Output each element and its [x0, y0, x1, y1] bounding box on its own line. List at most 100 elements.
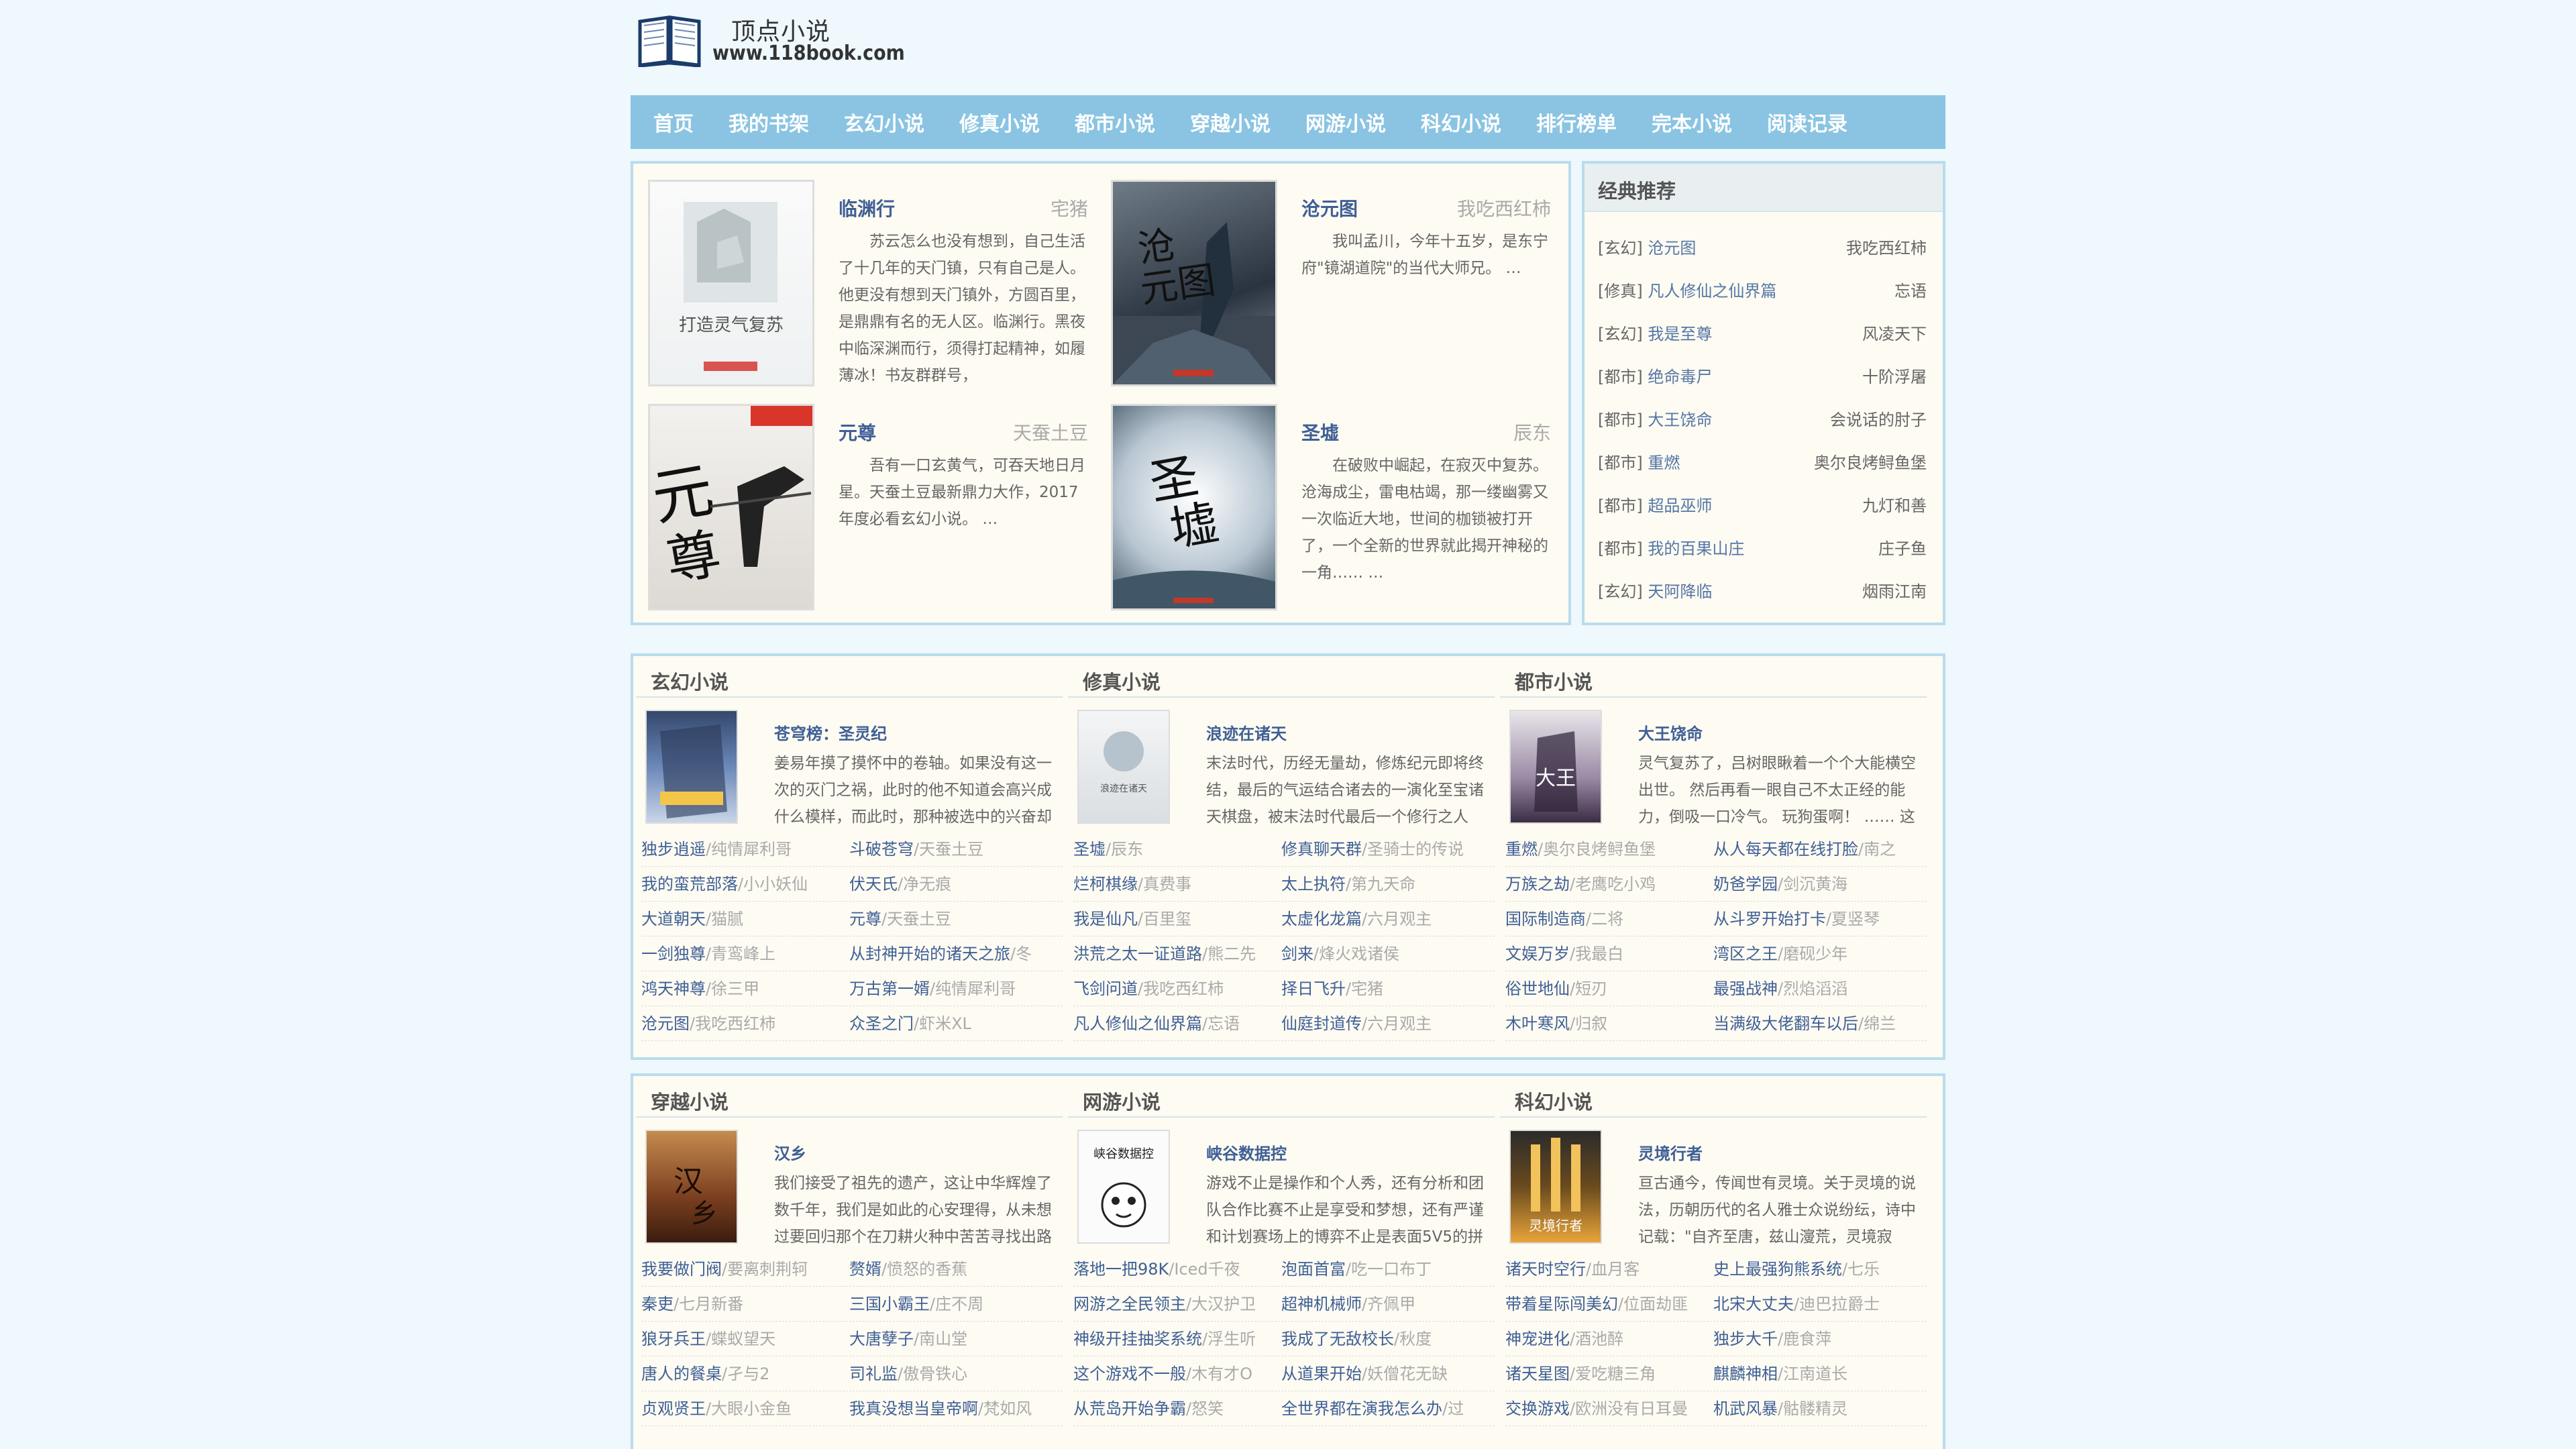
book-link[interactable]: 洪荒之太一证道路 [1073, 945, 1202, 963]
book-link[interactable]: 我是仙凡 [1073, 910, 1138, 928]
book-link[interactable]: 北宋大丈夫 [1713, 1295, 1794, 1313]
book-cover[interactable]: 汉乡 [645, 1130, 738, 1244]
category-top-title[interactable]: 灵境行者 [1638, 1140, 1703, 1164]
featured-title[interactable]: 元尊 [839, 419, 876, 445]
book-link[interactable]: 太上执符 [1281, 875, 1346, 894]
book-link[interactable]: 从荒岛开始争霸 [1073, 1399, 1186, 1418]
nav-completed[interactable]: 完本小说 [1652, 107, 1732, 137]
nav-chuanyue[interactable]: 穿越小说 [1190, 107, 1271, 137]
book-link[interactable]: 修真聊天群 [1281, 840, 1362, 859]
nav-ranking[interactable]: 排行榜单 [1536, 107, 1617, 137]
book-cover[interactable]: 峡谷数据控 [1077, 1130, 1170, 1244]
nav-dushi[interactable]: 都市小说 [1075, 107, 1155, 137]
rec-book-link[interactable]: 超品巫师 [1648, 496, 1712, 515]
book-link[interactable]: 重燃 [1505, 840, 1538, 859]
book-link[interactable]: 狼牙兵王 [641, 1330, 706, 1348]
category-top-title[interactable]: 大王饶命 [1638, 720, 1703, 744]
book-link[interactable]: 赘婿 [849, 1260, 881, 1279]
category-heading[interactable]: 网游小说 [1068, 1076, 1495, 1118]
featured-title[interactable]: 沧元图 [1301, 195, 1358, 221]
book-link[interactable]: 当满级大佬翻车以后 [1713, 1014, 1858, 1033]
book-cover[interactable]: 打造灵气复苏 [648, 180, 814, 386]
rec-book-link[interactable]: 绝命毒尸 [1648, 368, 1712, 386]
book-link[interactable]: 从人每天都在线打脸 [1713, 840, 1858, 859]
book-link[interactable]: 大唐孽子 [849, 1330, 914, 1348]
book-link[interactable]: 从斗罗开始打卡 [1713, 910, 1826, 928]
book-link[interactable]: 木叶寒风 [1505, 1014, 1570, 1033]
book-link[interactable]: 麒麟神相 [1713, 1364, 1778, 1383]
book-link[interactable]: 俗世地仙 [1505, 979, 1570, 998]
rec-book-link[interactable]: 重燃 [1648, 453, 1680, 472]
book-link[interactable]: 斗破苍穹 [849, 840, 914, 859]
nav-history[interactable]: 阅读记录 [1767, 107, 1847, 137]
book-link[interactable]: 独步逍遥 [641, 840, 706, 859]
book-link[interactable]: 史上最强狗熊系统 [1713, 1260, 1842, 1279]
book-link[interactable]: 万族之劫 [1505, 875, 1570, 894]
book-link[interactable]: 神宠进化 [1505, 1330, 1570, 1348]
book-cover[interactable]: 灵境行者 [1509, 1130, 1602, 1244]
book-link[interactable]: 大道朝天 [641, 910, 706, 928]
category-top-title[interactable]: 浪迹在诸天 [1206, 720, 1287, 744]
book-link[interactable]: 从封神开始的诸天之旅 [849, 945, 1010, 963]
featured-title[interactable]: 圣墟 [1301, 419, 1339, 445]
book-link[interactable]: 万古第一婿 [849, 979, 930, 998]
book-link[interactable]: 神级开挂抽奖系统 [1073, 1330, 1202, 1348]
book-link[interactable]: 这个游戏不一般 [1073, 1364, 1186, 1383]
rec-book-link[interactable]: 凡人修仙之仙界篇 [1648, 282, 1776, 301]
category-top-title[interactable]: 峡谷数据控 [1206, 1140, 1287, 1164]
rec-book-link[interactable]: 沧元图 [1648, 239, 1696, 258]
book-link[interactable]: 超神机械师 [1281, 1295, 1362, 1313]
book-link[interactable]: 我成了无敌校长 [1281, 1330, 1394, 1348]
book-link[interactable]: 全世界都在演我怎么办 [1281, 1399, 1442, 1418]
site-url[interactable]: www.118book.com [712, 42, 905, 65]
nav-wangyou[interactable]: 网游小说 [1305, 107, 1386, 137]
book-link[interactable]: 我真没想当皇帝啊 [849, 1399, 978, 1418]
book-link[interactable]: 唐人的餐桌 [641, 1364, 722, 1383]
nav-kehuan[interactable]: 科幻小说 [1421, 107, 1501, 137]
book-link[interactable]: 网游之全民领主 [1073, 1295, 1186, 1313]
book-link[interactable]: 我要做门阀 [641, 1260, 722, 1279]
rec-book-link[interactable]: 我的百果山庄 [1648, 539, 1744, 558]
category-heading[interactable]: 穿越小说 [636, 1076, 1063, 1118]
book-cover[interactable]: 浪迹在诸天 [1077, 710, 1170, 824]
book-link[interactable]: 司礼监 [849, 1364, 898, 1383]
book-link[interactable]: 伏天氏 [849, 875, 898, 894]
book-link[interactable]: 带着星际闯美幻 [1505, 1295, 1618, 1313]
book-link[interactable]: 沧元图 [641, 1014, 690, 1033]
category-heading[interactable]: 玄幻小说 [636, 656, 1063, 698]
book-link[interactable]: 国际制造商 [1505, 910, 1586, 928]
book-link[interactable]: 机武风暴 [1713, 1399, 1778, 1418]
nav-xiuzhen[interactable]: 修真小说 [959, 107, 1040, 137]
book-link[interactable]: 泡面首富 [1281, 1260, 1346, 1279]
book-cover[interactable]: 圣 墟 [1111, 404, 1277, 610]
category-top-title[interactable]: 苍穹榜：圣灵纪 [774, 720, 887, 744]
book-link[interactable]: 众圣之门 [849, 1014, 914, 1033]
book-link[interactable]: 择日飞升 [1281, 979, 1346, 998]
nav-home[interactable]: 首页 [653, 107, 694, 137]
book-cover[interactable]: 大王 [1509, 710, 1602, 824]
featured-title[interactable]: 临渊行 [839, 195, 895, 221]
book-link[interactable]: 烂柯棋缘 [1073, 875, 1138, 894]
book-link[interactable]: 我的蛮荒部落 [641, 875, 738, 894]
book-cover[interactable] [645, 710, 738, 824]
book-logo-icon[interactable] [637, 12, 702, 67]
book-link[interactable]: 奶爸学园 [1713, 875, 1778, 894]
category-heading[interactable]: 都市小说 [1500, 656, 1927, 698]
book-link[interactable]: 秦吏 [641, 1295, 674, 1313]
book-link[interactable]: 凡人修仙之仙界篇 [1073, 1014, 1202, 1033]
category-top-title[interactable]: 汉乡 [774, 1140, 806, 1164]
book-link[interactable]: 圣墟 [1073, 840, 1106, 859]
category-heading[interactable]: 修真小说 [1068, 656, 1495, 698]
book-link[interactable]: 元尊 [849, 910, 881, 928]
nav-xuanhuan[interactable]: 玄幻小说 [844, 107, 924, 137]
book-link[interactable]: 最强战神 [1713, 979, 1778, 998]
book-link[interactable]: 从道果开始 [1281, 1364, 1362, 1383]
category-heading[interactable]: 科幻小说 [1500, 1076, 1927, 1118]
rec-book-link[interactable]: 我是至尊 [1648, 325, 1712, 343]
book-link[interactable]: 交换游戏 [1505, 1399, 1570, 1418]
book-cover[interactable]: 元 尊 [648, 404, 814, 610]
book-link[interactable]: 剑来 [1281, 945, 1313, 963]
rec-book-link[interactable]: 天阿降临 [1648, 582, 1712, 601]
book-link[interactable]: 鸿天神尊 [641, 979, 706, 998]
book-link[interactable]: 落地一把98K [1073, 1260, 1169, 1279]
